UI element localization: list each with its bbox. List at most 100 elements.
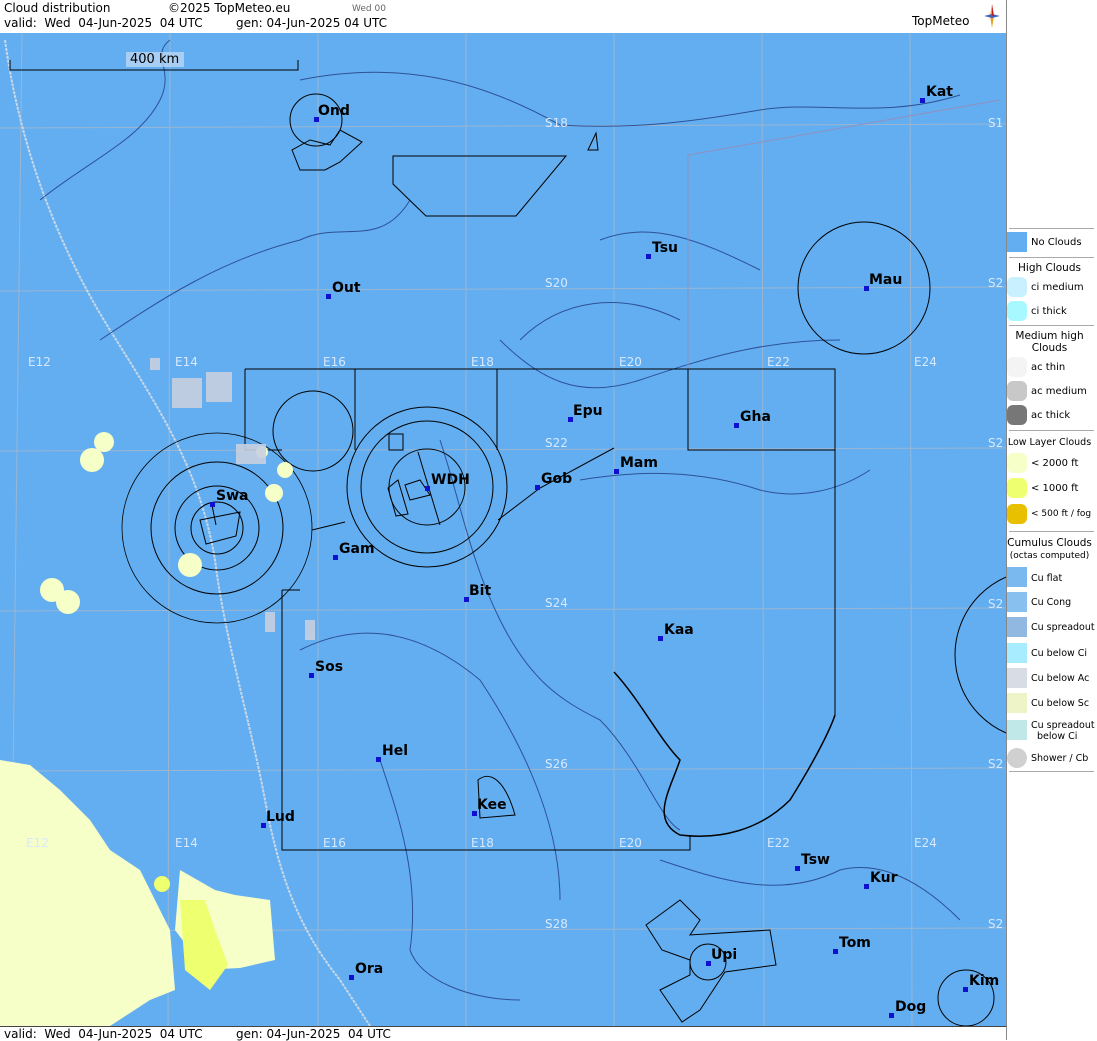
footer-gen: gen: 04-Jun-2025 04 UTC [236,1027,391,1041]
city-dot [309,673,314,678]
grid-label: S2 [988,917,1004,931]
city-dot [210,502,215,507]
grid-label: S2 [988,276,1004,290]
city-label[interactable]: Upi [711,947,737,963]
city-dot [963,987,968,992]
swatch-ac-thick [1007,405,1027,425]
swatch-lt1000 [1007,478,1027,498]
legend-lt2000: < 2000 ft [1031,458,1079,469]
grid-label: S2 [988,597,1004,611]
city-label[interactable]: Gob [541,471,572,487]
valid-time: valid: Wed 04-Jun-2025 04 UTC [4,16,203,30]
city-label[interactable]: Gha [740,409,771,425]
swatch-cu-flat [1007,567,1027,587]
city-label[interactable]: Lud [266,809,295,825]
city-label[interactable]: Kee [477,797,507,813]
legend-lt1000: < 1000 ft [1031,483,1079,494]
map-overlay [0,33,1006,1026]
map-title: Cloud distribution [4,1,111,15]
grid-label: E22 [767,355,790,369]
city-dot [864,884,869,889]
grid-label: E16 [323,836,346,850]
swatch-no-clouds [1007,232,1027,252]
grid-label: S26 [545,757,568,771]
city-label[interactable]: Sos [315,659,343,675]
city-dot [734,423,739,428]
city-label[interactable]: Mau [869,272,902,288]
city-label[interactable]: Tsu [652,240,678,256]
grid-label: E18 [471,355,494,369]
city-label[interactable]: Kur [870,870,897,886]
city-label[interactable]: Epu [573,403,603,419]
city-label[interactable]: Kaa [664,622,694,638]
city-label[interactable]: Ond [318,103,350,119]
swatch-cu-spread-ci [1007,720,1027,740]
grid-label: E12 [28,355,51,369]
legend-cu-head: Cumulus Clouds [1007,537,1092,549]
gen-time: gen: 04-Jun-2025 04 UTC [236,16,388,30]
swatch-ci-medium [1007,277,1027,297]
city-label[interactable]: Bit [469,583,491,599]
city-label[interactable]: Tom [839,935,871,951]
legend-high-head: High Clouds [1018,262,1081,274]
city-label[interactable]: Dog [895,999,926,1015]
city-dot [614,469,619,474]
legend-shower: Shower / Cb [1031,753,1089,764]
brand-name: TopMeteo [912,14,970,28]
footer-valid: valid: Wed 04-Jun-2025 04 UTC [4,1027,203,1041]
grid-label: E20 [619,836,642,850]
city-dot [425,486,430,491]
legend-ci-medium: ci medium [1031,282,1084,293]
city-dot [920,98,925,103]
grid-label: S2 [988,436,1004,450]
city-dot [333,555,338,560]
city-label[interactable]: Gam [339,541,375,557]
swatch-shower [1007,748,1027,768]
grid-label: E24 [914,836,937,850]
swatch-ac-medium [1007,381,1027,401]
compass-logo-icon [984,4,1000,28]
legend-no-clouds: No Clouds [1031,237,1082,248]
city-dot [658,636,663,641]
legend-ac-thick: ac thick [1031,410,1071,421]
swatch-cu-below-ac [1007,668,1027,688]
legend-cu-sub: (octas computed) [1009,551,1090,561]
city-dot [326,294,331,299]
grid-label: E14 [175,836,198,850]
cloud-map[interactable]: 400 km E12 E14 E16 E18 E20 E22 E24 E12 E… [0,33,1006,1026]
city-dot [833,949,838,954]
swatch-ac-thin [1007,357,1027,377]
swatch-lt500 [1007,504,1027,524]
legend-cu-below-ac: Cu below Ac [1031,673,1090,684]
city-dot [646,254,651,259]
grid-label: E18 [471,836,494,850]
city-dot [349,975,354,980]
grid-label: E14 [175,355,198,369]
city-label[interactable]: Swa [216,488,248,504]
swatch-cu-below-sc [1007,693,1027,713]
city-label[interactable]: Hel [382,743,408,759]
legend-low-head: Low Layer Clouds [1007,437,1092,448]
copyright-text: ©2025 TopMeteo.eu [168,1,291,15]
run-tag: Wed 00 [352,4,386,14]
legend-cu-below-ci: Cu below Ci [1031,648,1088,659]
legend-ci-thick: ci thick [1031,306,1067,317]
legend-medium-head: Medium high Clouds [1015,330,1084,354]
city-label[interactable]: WDH [431,472,470,488]
legend-lt500: < 500 ft / fog [1031,509,1092,519]
swatch-lt2000 [1007,453,1027,473]
city-label[interactable]: Ora [355,961,383,977]
city-label[interactable]: Out [332,280,361,296]
city-dot [795,866,800,871]
city-label[interactable]: Tsw [801,852,830,868]
city-dot [889,1013,894,1018]
grid-label: E16 [323,355,346,369]
city-label[interactable]: Kim [969,973,999,989]
grid-label: S18 [545,116,568,130]
grid-label: S24 [545,596,568,610]
city-label[interactable]: Mam [620,455,658,471]
city-label[interactable]: Kat [926,84,953,100]
scale-label: 400 km [130,52,180,67]
swatch-ci-thick [1007,301,1027,321]
grid-label: S22 [545,436,568,450]
